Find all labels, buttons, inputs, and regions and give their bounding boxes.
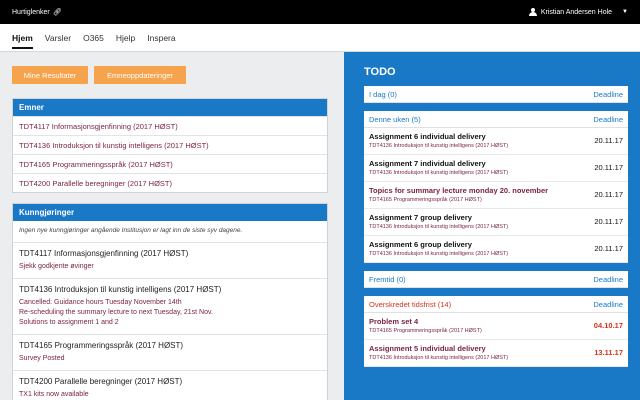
deadline-label: Deadline (593, 299, 623, 309)
courses-panel: Emner TDT4117 Informasjonsgjenfinning (2… (12, 98, 328, 193)
todo-item-course: TDT4136 Introduksjon til kunstig intelli… (369, 170, 509, 176)
course-link-tdt4117[interactable]: TDT4117 Informasjonsgjenfinning (2017 HØ… (13, 116, 327, 135)
todo-item[interactable]: Assignment 6 individual delivery TDT4136… (364, 128, 628, 155)
deadline-label: Deadline (593, 89, 623, 99)
todo-item-date: 20.11.17 (594, 244, 623, 253)
announcement-link[interactable]: Cancelled: Guidance hours Tuesday Novemb… (19, 298, 321, 308)
todo-item-course: TDT4165 Programmeringsspråk (2017 HØST) (369, 197, 482, 203)
todo-item[interactable]: Assignment 7 individual delivery TDT4136… (364, 155, 628, 182)
announcement-group: TDT4117 Informasjonsgjenfinning (2017 HØ… (13, 243, 327, 279)
todo-overdue-header[interactable]: Overskredet tidsfrist (14) Deadline (364, 296, 628, 313)
todo-future-header[interactable]: Fremtid (0) Deadline (364, 271, 628, 288)
announcement-group: TDT4200 Parallelle beregninger (2017 HØS… (13, 371, 327, 400)
announcements-panel-title: Kunngjøringer (13, 204, 327, 221)
tab-o365[interactable]: O365 (77, 24, 110, 51)
todo-item[interactable]: Problem set 4 TDT4165 Programmeringssprå… (364, 313, 628, 340)
my-results-button[interactable]: Mine Resultater (12, 66, 88, 84)
announcement-link[interactable]: Sjekk godkjente øvinger (19, 262, 321, 272)
todo-week-label: Denne uken (5) (369, 114, 421, 124)
todo-item-course: TDT4136 Introduksjon til kunstig intelli… (369, 224, 509, 230)
todo-today-box: I dag (0) Deadline (364, 86, 628, 103)
todo-week-header[interactable]: Denne uken (5) Deadline (364, 111, 628, 128)
announcement-course: TDT4117 Informasjonsgjenfinning (2017 HØ… (19, 249, 189, 258)
announcement-link[interactable]: TX1 kits now available (19, 390, 321, 400)
todo-week-box: Denne uken (5) Deadline Assignment 6 ind… (364, 111, 628, 263)
todo-item-name: Assignment 7 individual delivery (369, 159, 486, 168)
todo-column: TODO I dag (0) Deadline Denne uken (5) D… (344, 52, 640, 400)
announcement-course: TDT4200 Parallelle beregninger (2017 HØS… (19, 377, 183, 386)
todo-item-course: TDT4136 Introduksjon til kunstig intelli… (369, 251, 509, 257)
todo-item[interactable]: Assignment 6 group delivery TDT4136 Intr… (364, 236, 628, 263)
chevron-down-icon: ▼ (622, 9, 628, 15)
courses-panel-title: Emner (13, 99, 327, 116)
top-bar: Hurtiglenker 🔗︎ Kristian Andersen Hole ▼ (0, 0, 640, 24)
todo-item-date: 20.11.17 (594, 163, 623, 172)
deadline-label: Deadline (593, 274, 623, 284)
todo-item[interactable]: Topics for summary lecture monday 20. no… (364, 182, 628, 209)
todo-item-date: 20.11.17 (594, 190, 623, 199)
todo-title: TODO (364, 66, 396, 78)
todo-item-date: 13.11.17 (594, 348, 623, 357)
todo-item-course: TDT4136 Introduksjon til kunstig intelli… (369, 143, 509, 149)
todo-item-name: Topics for summary lecture monday 20. no… (369, 186, 549, 195)
announcement-course: TDT4136 Introduksjon til kunstig intelli… (19, 285, 222, 294)
left-column: Mine Resultater Emneoppdateringer Emner … (12, 66, 328, 400)
todo-future-label: Fremtid (0) (369, 274, 406, 284)
todo-overdue-box: Overskredet tidsfrist (14) Deadline Prob… (364, 296, 628, 367)
todo-item-name: Assignment 6 group delivery (369, 240, 472, 249)
announcement-link[interactable]: Re-scheduling the summary lecture to nex… (19, 308, 321, 318)
todo-item-name: Assignment 6 individual delivery (369, 132, 486, 141)
tab-hjem[interactable]: Hjem (6, 24, 39, 51)
todo-item-name: Problem set 4 (369, 317, 419, 326)
main-nav: Hjem Varsler O365 Hjelp Inspera (0, 24, 640, 52)
tab-inspera[interactable]: Inspera (141, 24, 181, 51)
todo-item[interactable]: Assignment 5 individual delivery TDT4136… (364, 340, 628, 367)
course-link-tdt4136[interactable]: TDT4136 Introduksjon til kunstig intelli… (13, 135, 327, 154)
announcement-group: TDT4136 Introduksjon til kunstig intelli… (13, 279, 327, 335)
announcement-course: TDT4165 Programmeringsspråk (2017 HØST) (19, 341, 184, 350)
user-menu[interactable]: Kristian Andersen Hole ▼ (528, 8, 628, 16)
course-link-tdt4165[interactable]: TDT4165 Programmeringsspråk (2017 HØST) (13, 154, 327, 173)
user-name: Kristian Andersen Hole (540, 8, 613, 16)
link-icon: 🔗︎ (52, 9, 62, 16)
announcements-note: Ingen nye kunngjøringer angående Institu… (13, 221, 327, 243)
course-updates-button[interactable]: Emneoppdateringer (94, 66, 186, 84)
todo-item[interactable]: Assignment 7 group delivery TDT4136 Intr… (364, 209, 628, 236)
todo-today-label: I dag (0) (369, 89, 397, 99)
todo-item-name: Assignment 5 individual delivery (369, 344, 486, 353)
announcement-link[interactable]: Survey Posted (19, 354, 321, 364)
user-icon (528, 8, 537, 16)
todo-item-course: TDT4165 Programmeringsspråk (2017 HØST) (369, 328, 482, 334)
deadline-label: Deadline (593, 114, 623, 124)
todo-item-date: 20.11.17 (594, 136, 623, 145)
quick-links-label: Hurtiglenker (12, 8, 50, 16)
todo-item-name: Assignment 7 group delivery (369, 213, 472, 222)
announcement-group: TDT4165 Programmeringsspråk (2017 HØST) … (13, 335, 327, 371)
course-link-tdt4200[interactable]: TDT4200 Parallelle beregninger (2017 HØS… (13, 173, 327, 192)
todo-today-header[interactable]: I dag (0) Deadline (364, 86, 628, 103)
todo-overdue-label: Overskredet tidsfrist (14) (369, 299, 452, 309)
announcements-panel: Kunngjøringer Ingen nye kunngjøringer an… (12, 203, 328, 400)
quick-links-menu[interactable]: Hurtiglenker 🔗︎ (12, 8, 62, 17)
tab-varsler[interactable]: Varsler (39, 24, 77, 51)
todo-item-date: 04.10.17 (593, 321, 623, 330)
todo-item-course: TDT4136 Introduksjon til kunstig intelli… (369, 355, 509, 361)
todo-future-box: Fremtid (0) Deadline (364, 271, 628, 288)
action-buttons: Mine Resultater Emneoppdateringer (12, 66, 328, 84)
tab-hjelp[interactable]: Hjelp (110, 24, 141, 51)
todo-item-date: 20.11.17 (594, 217, 623, 226)
announcement-link[interactable]: Solutions to assignment 1 and 2 (19, 318, 321, 328)
